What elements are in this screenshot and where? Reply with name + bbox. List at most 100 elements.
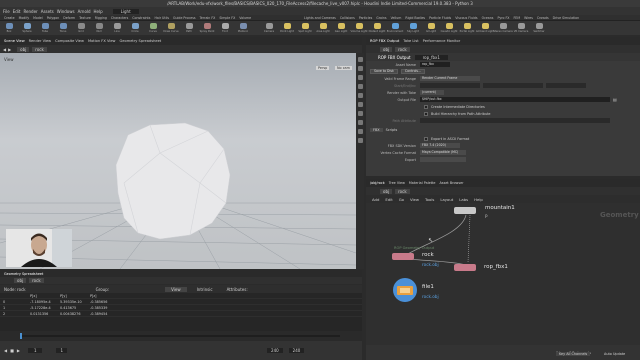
shelf-tab[interactable]: Texture xyxy=(79,16,91,20)
render-with-take-menu[interactable]: (current) xyxy=(420,90,444,95)
menu-tools[interactable]: Tools xyxy=(425,197,434,202)
menu-assets[interactable]: Assets xyxy=(41,9,54,14)
shelf-tool-button[interactable]: Path xyxy=(180,21,198,35)
shelf-tool-button[interactable]: Torus xyxy=(54,21,72,35)
ghost-icon[interactable] xyxy=(357,93,363,98)
path-obj[interactable]: obj xyxy=(380,46,393,52)
shelf-tool-button[interactable]: Grid xyxy=(72,21,90,35)
forward-arrow-icon[interactable]: ▶ xyxy=(8,47,11,52)
shelf-tab[interactable]: Wires xyxy=(524,16,533,20)
menu-windows[interactable]: Windows xyxy=(57,9,75,14)
menu-help[interactable]: Help xyxy=(474,197,483,202)
snap-icon[interactable] xyxy=(357,138,363,143)
tab-render-view[interactable]: Render View xyxy=(29,39,51,43)
tab-rop-fbx-output[interactable]: ROP FBX Output xyxy=(370,39,399,43)
shelf-tab[interactable]: Terrain FX xyxy=(200,16,216,20)
shelf-tool-button[interactable]: Caustic Light xyxy=(440,21,458,35)
node-rop-fbx1[interactable] xyxy=(454,264,476,271)
network-editor[interactable]: mountain1 P ROP Geometry Output rock roc… xyxy=(366,203,640,345)
shelf-tab[interactable]: Drive Simulation xyxy=(553,16,580,20)
shelf-tool-button[interactable]: Portal Light xyxy=(458,21,476,35)
grid-icon[interactable] xyxy=(357,129,363,134)
shelf-tab[interactable]: Modify xyxy=(19,16,30,20)
key-all-channels-button[interactable]: Key All Channels xyxy=(556,352,591,356)
menu-render[interactable]: Render xyxy=(23,9,37,14)
shelf-tab[interactable]: FEM xyxy=(513,16,520,20)
rock-geometry[interactable] xyxy=(115,122,231,240)
tab-network[interactable]: /obj/rock xyxy=(370,181,385,185)
output-file-field[interactable]: $HIP/out.fbx xyxy=(420,97,610,102)
node-name-field[interactable]: rop_fbx1 xyxy=(414,54,448,60)
valid-frame-range-menu[interactable]: Render Current Frame xyxy=(420,76,480,81)
camera-menu[interactable]: No cam xyxy=(335,66,352,70)
tab-composite-view[interactable]: Composite View xyxy=(55,39,84,43)
shelf-tool-button[interactable]: Draw Curve xyxy=(162,21,180,35)
tab-geometry-spreadsheet-bottom[interactable]: Geometry Spreadsheet xyxy=(4,272,43,276)
shelf-tab[interactable]: Collisions xyxy=(340,16,355,20)
tab-performance-monitor[interactable]: Performance Monitor xyxy=(423,39,461,43)
shelf-tab[interactable]: Rigid Bodies xyxy=(405,16,425,20)
vertex-cache-menu[interactable]: Maya Compatible (MC) xyxy=(420,150,466,155)
shelf-tab[interactable]: Deform xyxy=(63,16,75,20)
shaded-icon[interactable] xyxy=(357,75,363,80)
shelf-tool-button[interactable]: Line xyxy=(108,21,126,35)
table-row[interactable]: 2 0.0131356 0.00438276 -0.389454 xyxy=(0,311,362,317)
shelf-tab[interactable]: Pyro FX xyxy=(497,16,509,20)
points-icon[interactable] xyxy=(357,102,363,107)
shelf-tab[interactable]: Rigging xyxy=(95,16,107,20)
menu-go[interactable]: Go xyxy=(399,197,404,202)
shelf-tab[interactable]: Vellum xyxy=(391,16,402,20)
shelf-tab[interactable]: Grains xyxy=(376,16,386,20)
tab-geometry-spreadsheet[interactable]: Geometry Spreadsheet xyxy=(120,39,162,43)
wireframe-icon[interactable] xyxy=(357,66,363,71)
file-browse-icon[interactable]: ▤ xyxy=(613,97,617,102)
build-hierarchy-checkbox[interactable] xyxy=(424,111,428,116)
shelf-tab[interactable]: Viscous Fluids xyxy=(455,16,477,20)
timeline-ruler[interactable] xyxy=(0,331,362,341)
shelf-tool-button[interactable]: Spray Paint xyxy=(198,21,216,35)
path-obj[interactable]: obj xyxy=(17,46,30,52)
menu-labs[interactable]: Labs xyxy=(459,197,468,202)
start-frame-field[interactable]: 1 xyxy=(56,348,68,353)
shelf-tool-button[interactable]: Distant Light xyxy=(368,21,386,35)
asset-name-field[interactable]: rop_fbx xyxy=(420,62,450,67)
shelf-tab[interactable]: Lights and Cameras xyxy=(304,16,336,20)
shelf-tool-button[interactable]: Geo Light xyxy=(332,21,350,35)
shelf-tool-button[interactable]: Environment xyxy=(386,21,404,35)
play-forward-icon[interactable]: ▶ xyxy=(17,348,20,353)
shelf-tab[interactable]: Particle Fluids xyxy=(429,16,451,20)
tab-tree-view[interactable]: Tree View xyxy=(389,181,405,185)
end-frame-field[interactable]: 240 xyxy=(267,348,283,353)
export-menu[interactable] xyxy=(420,157,466,162)
shelf-tool-button[interactable]: Box xyxy=(0,21,18,35)
shelf-tool-button[interactable]: Point Light xyxy=(278,21,296,35)
shelf-tab[interactable]: Hair Utils xyxy=(154,16,169,20)
menu-edit[interactable]: Edit xyxy=(385,197,392,202)
shelf-tab[interactable]: Create xyxy=(4,16,15,20)
shelf-tool-button[interactable]: Ambient Light xyxy=(476,21,494,35)
inc-field[interactable] xyxy=(546,83,586,88)
perspective-menu[interactable]: Persp xyxy=(316,66,330,70)
menu-add[interactable]: Add xyxy=(372,197,379,202)
shelf-tab[interactable]: Volume xyxy=(239,16,251,20)
create-dirs-checkbox[interactable] xyxy=(424,104,428,109)
shelf-tool-button[interactable]: Circle xyxy=(126,21,144,35)
shelf-tool-button[interactable]: Tube xyxy=(36,21,54,35)
path-attribute-field[interactable] xyxy=(420,118,610,123)
intrinsic-menu[interactable]: Intrinsic xyxy=(197,287,213,292)
menu-edit[interactable]: Edit xyxy=(13,9,21,14)
normals-icon[interactable] xyxy=(357,111,363,116)
view-menu[interactable]: View xyxy=(165,286,187,292)
shelf-tool-button[interactable]: Null xyxy=(90,21,108,35)
shelf-tool-button[interactable]: Spot Light xyxy=(296,21,314,35)
display-options-icon[interactable] xyxy=(357,57,363,62)
uv-icon[interactable] xyxy=(357,120,363,125)
shelf-tab[interactable]: Model xyxy=(33,16,43,20)
node-mountain1[interactable] xyxy=(454,207,476,214)
fbx-sdk-menu[interactable]: FBX 7.4 (2020) xyxy=(420,143,460,148)
play-backward-icon[interactable]: ◀ xyxy=(4,348,7,353)
tab-material-palette[interactable]: Material Palette xyxy=(409,181,436,185)
path-obj[interactable]: obj xyxy=(14,278,27,283)
shelf-tool-button[interactable]: Platonic xyxy=(234,21,252,35)
shelf-tab[interactable]: Polygon xyxy=(47,16,60,20)
